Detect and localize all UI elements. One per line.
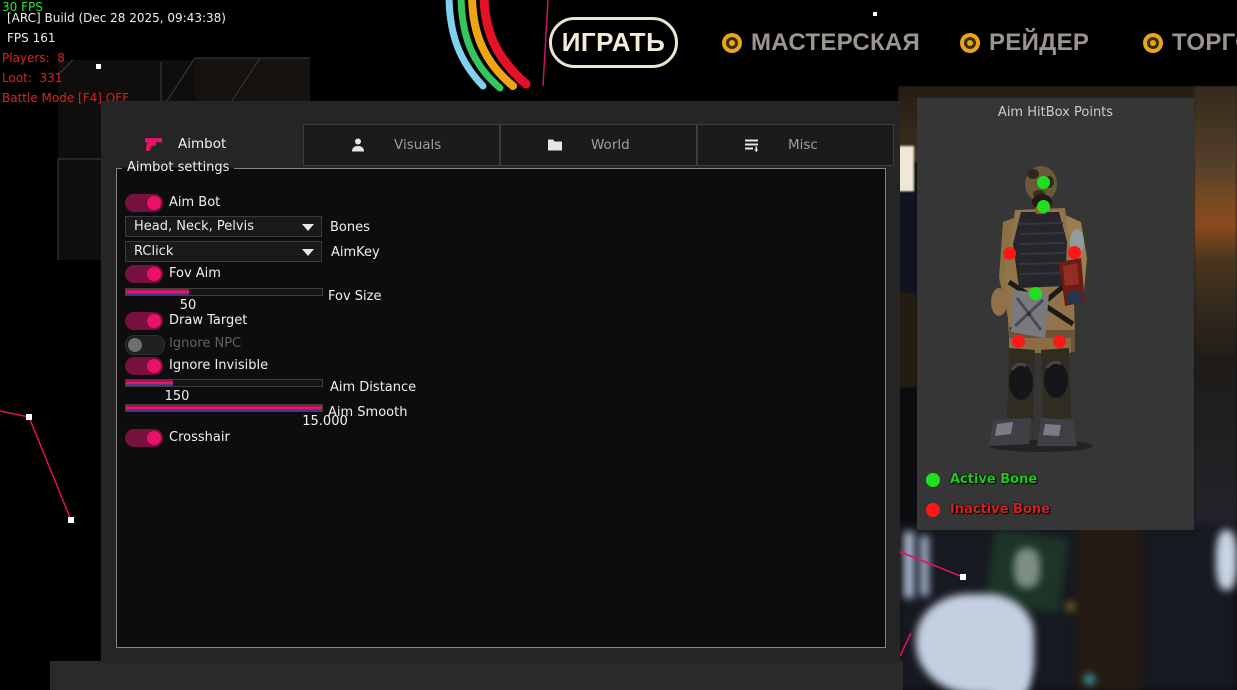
build-info: [ARC] Build (Dec 28 2025, 09:43:38)	[7, 11, 226, 25]
nav-item-workshop[interactable]: МАСТЕРСКАЯ	[722, 29, 920, 57]
legend-active-bone: Active Bone	[926, 472, 1037, 487]
legend-label: Active Bone	[950, 472, 1037, 487]
draw-target-toggle[interactable]	[125, 312, 163, 330]
legend-label: Inactive Bone	[950, 502, 1050, 517]
tab-world[interactable]: World	[500, 124, 697, 166]
hitbox-panel: Aim HitBox Points	[917, 98, 1194, 530]
inactive-bone-dot	[926, 503, 940, 517]
crosshair-label: Crosshair	[169, 429, 230, 447]
toggle-knob	[147, 314, 161, 328]
tab-aimbot[interactable]: Aimbot	[145, 127, 226, 161]
hitbox-dot-right-thigh	[1053, 335, 1066, 348]
active-bone-dot	[926, 473, 940, 487]
aimkey-dropdown-value: RClick	[134, 244, 173, 259]
tab-label: Aimbot	[178, 136, 226, 152]
toggle-knob	[128, 338, 142, 352]
aim-smooth-slider[interactable]	[125, 404, 323, 412]
legend-inactive-bone: Inactive Bone	[926, 502, 1050, 517]
slider-fill	[126, 289, 189, 295]
toggle-knob	[147, 431, 161, 445]
aim-smooth-label: Aim Smooth	[328, 405, 407, 420]
coin-icon	[960, 33, 980, 53]
fov-size-slider[interactable]	[125, 288, 323, 296]
hitbox-panel-title: Aim HitBox Points	[917, 105, 1194, 120]
slider-fill	[126, 380, 173, 386]
bones-dropdown-value: Head, Neck, Pelvis	[134, 219, 254, 234]
screen: 30 FPS [ARC] Build (Dec 28 2025, 09:43:3…	[0, 0, 1237, 690]
ignore-npc-toggle[interactable]	[125, 335, 165, 355]
aim-bot-toggle[interactable]	[125, 194, 163, 212]
ignore-invisible-label: Ignore Invisible	[169, 357, 268, 375]
slider-fill	[126, 405, 322, 411]
tab-label: Visuals	[394, 137, 441, 153]
aim-distance-label: Aim Distance	[330, 380, 416, 395]
person-icon	[350, 137, 366, 153]
hitbox-dot-neck	[1037, 200, 1050, 213]
pistol-icon	[145, 137, 162, 152]
crosshair-toggle[interactable]	[125, 429, 163, 447]
filter-icon	[744, 137, 760, 153]
fov-size-value: 50	[158, 298, 218, 313]
folder-icon	[547, 138, 563, 152]
fov-aim-label: Fov Aim	[169, 265, 221, 283]
tab-misc[interactable]: Misc	[697, 124, 894, 166]
aimbot-settings-group: Aimbot settings Aim Bot Head, Neck, Pelv…	[116, 168, 886, 648]
tab-label: World	[591, 137, 630, 153]
nav-item-raider[interactable]: РЕЙДЕР	[960, 29, 1089, 57]
nav-item-trader[interactable]: ТОРГО	[1143, 29, 1237, 57]
bones-label: Bones	[330, 220, 370, 235]
coin-icon	[722, 33, 742, 53]
ignore-npc-label: Ignore NPC	[169, 335, 241, 353]
fov-aim-toggle[interactable]	[125, 265, 163, 283]
play-button-label: ИГРАТЬ	[562, 27, 666, 58]
toggle-knob	[147, 267, 161, 281]
rainbow-streak	[449, 0, 526, 88]
hitbox-dot-left-shoulder	[1003, 247, 1016, 260]
draw-target-label: Draw Target	[169, 312, 247, 330]
fps-counter: FPS 161	[7, 31, 55, 45]
hitbox-dot-right-shoulder	[1068, 246, 1081, 259]
tab-visuals[interactable]: Visuals	[303, 124, 500, 166]
magenta-vertical-line	[543, 0, 548, 86]
play-button[interactable]: ИГРАТЬ	[549, 17, 678, 68]
hitbox-dot-head	[1037, 176, 1050, 189]
fov-size-label: Fov Size	[328, 289, 381, 304]
ignore-invisible-toggle[interactable]	[125, 357, 163, 375]
nav-item-label: РЕЙДЕР	[989, 29, 1089, 57]
loot-counter: Loot: 331	[2, 71, 62, 85]
aim-distance-slider[interactable]	[125, 379, 323, 387]
hitbox-dot-pelvis	[1029, 287, 1042, 300]
bones-dropdown[interactable]: Head, Neck, Pelvis	[125, 216, 322, 237]
aimkey-dropdown[interactable]: RClick	[125, 241, 322, 262]
coin-icon	[1143, 33, 1163, 53]
toggle-knob	[147, 196, 161, 210]
aim-distance-value: 150	[147, 389, 207, 404]
nav-item-label: ТОРГО	[1172, 29, 1237, 57]
aimkey-label: AimKey	[331, 245, 380, 260]
chevron-down-icon	[302, 224, 314, 231]
group-title: Aimbot settings	[122, 160, 234, 175]
toggle-knob	[147, 359, 161, 373]
nav-item-label: МАСТЕРСКАЯ	[751, 29, 920, 57]
tab-label: Misc	[788, 137, 818, 153]
cheat-menu-panel: Aimbot Visuals World Misc	[101, 101, 900, 663]
chevron-down-icon	[302, 249, 314, 256]
hitbox-dot-left-thigh	[1012, 335, 1025, 348]
aim-bot-label: Aim Bot	[169, 194, 220, 212]
players-counter: Players: 8	[2, 51, 65, 65]
